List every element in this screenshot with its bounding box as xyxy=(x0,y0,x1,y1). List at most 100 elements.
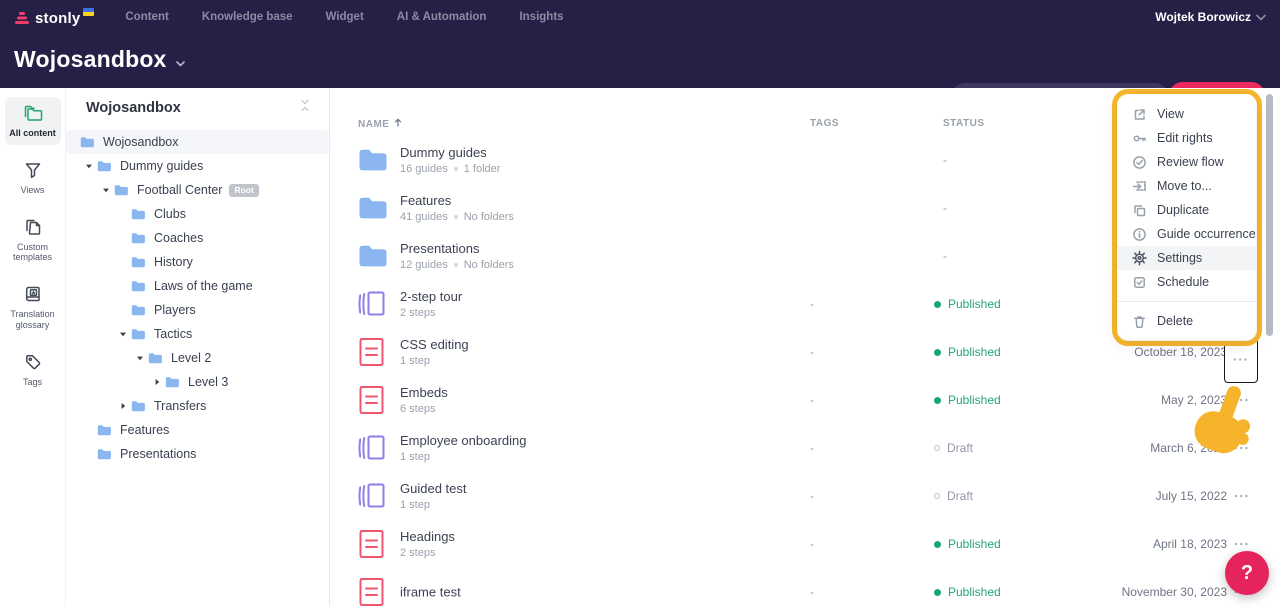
table-row-embeds[interactable]: Embeds6 steps-PublishedMay 2, 2023··· xyxy=(330,376,1280,424)
menu-item-duplicate[interactable]: Duplicate xyxy=(1118,198,1256,222)
tree-item-level-2[interactable]: Level 2 xyxy=(66,346,329,370)
workspace-title: Wojosandbox xyxy=(14,46,167,73)
table-row-headings[interactable]: Headings2 steps-PublishedApril 18, 2023·… xyxy=(330,520,1280,568)
row-meta-left: 1 step xyxy=(400,355,430,367)
tree-item-level-3[interactable]: Level 3 xyxy=(66,370,329,394)
menu-item-guide-occurrence[interactable]: Guide occurrence xyxy=(1118,222,1256,246)
tree-item-presentations[interactable]: Presentations xyxy=(66,442,329,466)
tree-item-label: Players xyxy=(154,303,196,317)
tree-folder-icon xyxy=(97,448,111,460)
tree-item-features[interactable]: Features xyxy=(66,418,329,442)
row-actions-button[interactable]: ··· xyxy=(1228,393,1256,408)
nav-item-content[interactable]: Content xyxy=(125,11,168,23)
row-meta-left: 41 guides xyxy=(400,211,448,223)
tree-item-history[interactable]: History xyxy=(66,250,329,274)
row-title: iframe test xyxy=(400,585,461,600)
row-meta-left: 2 steps xyxy=(400,547,435,559)
menu-item-schedule[interactable]: Schedule xyxy=(1118,270,1256,294)
caret-right-icon[interactable] xyxy=(152,378,162,386)
meta-separator-dot xyxy=(454,263,458,267)
tree-item-label: Laws of the game xyxy=(154,279,253,293)
row-title: Guided test xyxy=(400,481,467,496)
row-actions-button[interactable]: ··· xyxy=(1228,489,1256,504)
row-status-cell: Draft xyxy=(934,441,973,455)
help-button[interactable]: ? xyxy=(1225,551,1269,595)
row-date: April 18, 2023 xyxy=(1153,537,1227,551)
guide-article-icon xyxy=(358,529,385,560)
tree-item-dummy-guides[interactable]: Dummy guides xyxy=(66,154,329,178)
menu-item-view[interactable]: View xyxy=(1118,102,1256,126)
tree-folder-icon xyxy=(97,424,111,436)
row-date: May 2, 2023 xyxy=(1161,393,1227,407)
caret-down-icon[interactable] xyxy=(118,330,128,338)
row-date: March 6, 2023 xyxy=(1150,441,1227,455)
tree-item-clubs[interactable]: Clubs xyxy=(66,202,329,226)
guide-tour-icon xyxy=(358,432,386,464)
trash-icon xyxy=(1132,314,1147,329)
menu-item-move-to-[interactable]: Move to... xyxy=(1118,174,1256,198)
user-menu[interactable]: Wojtek Borowicz xyxy=(1155,0,1266,34)
tree-item-label: Tactics xyxy=(154,327,192,341)
collapse-panel-icon[interactable] xyxy=(299,99,311,117)
vertical-scrollbar[interactable] xyxy=(1266,94,1273,336)
menu-item-label: Schedule xyxy=(1157,275,1209,289)
tree-item-wojosandbox[interactable]: Wojosandbox xyxy=(66,130,329,154)
menu-item-review-flow[interactable]: Review flow xyxy=(1118,150,1256,174)
row-folder-icon xyxy=(358,148,388,173)
nav-item-insights[interactable]: Insights xyxy=(519,11,563,23)
stonly-logo[interactable]: stonly xyxy=(14,4,94,30)
review-flow-icon xyxy=(1132,155,1147,170)
tree-folder-icon xyxy=(148,352,162,364)
tree-item-players[interactable]: Players xyxy=(66,298,329,322)
tree-item-tactics[interactable]: Tactics xyxy=(66,322,329,346)
tree-folder-icon xyxy=(80,136,94,148)
status-label: Published xyxy=(948,537,1001,551)
published-dot-icon xyxy=(934,589,941,596)
row-title: Features xyxy=(400,193,514,208)
row-tags-cell: - xyxy=(810,393,814,407)
rail-item-translation-glossary[interactable]: Translation glossary xyxy=(5,278,61,337)
tree-item-label: Features xyxy=(120,423,169,437)
status-label: Published xyxy=(948,345,1001,359)
row-actions-button[interactable]: ··· xyxy=(1228,537,1256,552)
menu-item-edit-rights[interactable]: Edit rights xyxy=(1118,126,1256,150)
rail-item-tags[interactable]: Tags xyxy=(5,346,61,394)
table-row-employee-onboarding[interactable]: Employee onboarding1 step-DraftMarch 6, … xyxy=(330,424,1280,472)
tree-item-football-center[interactable]: Football CenterRoot xyxy=(66,178,329,202)
caret-right-icon[interactable] xyxy=(118,402,128,410)
menu-divider xyxy=(1118,301,1256,302)
nav-item-knowledge-base[interactable]: Knowledge base xyxy=(202,11,293,23)
custom-templates-icon xyxy=(23,216,43,238)
tree-item-laws-of-the-game[interactable]: Laws of the game xyxy=(66,274,329,298)
row-actions-button[interactable]: ··· xyxy=(1228,441,1256,456)
column-header-status[interactable]: STATUS xyxy=(943,118,985,129)
table-row-iframe-test[interactable]: iframe test-PublishedNovember 30, 2023··… xyxy=(330,568,1280,606)
nav-item-widget[interactable]: Widget xyxy=(326,11,364,23)
tree-item-transfers[interactable]: Transfers xyxy=(66,394,329,418)
rail-item-all-content[interactable]: All content xyxy=(5,97,61,145)
table-row-guided-test[interactable]: Guided test1 step-DraftJuly 15, 2022··· xyxy=(330,472,1280,520)
row-meta-left: 1 step xyxy=(400,499,430,511)
row-title: CSS editing xyxy=(400,337,469,352)
caret-down-icon[interactable] xyxy=(135,354,145,362)
nav-item-ai-automation[interactable]: AI & Automation xyxy=(397,11,487,23)
menu-item-delete[interactable]: Delete xyxy=(1118,309,1256,333)
rail-item-views[interactable]: Views xyxy=(5,154,61,202)
rail-item-label: All content xyxy=(9,128,56,139)
row-status-cell: - xyxy=(943,201,947,215)
column-header-name[interactable]: NAME xyxy=(358,118,402,130)
column-header-tags[interactable]: TAGS xyxy=(810,118,839,129)
rail-item-label: Views xyxy=(21,185,45,196)
caret-down-icon[interactable] xyxy=(101,186,111,194)
menu-item-settings[interactable]: Settings xyxy=(1118,246,1256,270)
row-context-menu: ViewEdit rightsReview flowMove to...Dupl… xyxy=(1118,95,1256,340)
tree-item-coaches[interactable]: Coaches xyxy=(66,226,329,250)
top-navigation: stonly Content Knowledge base Widget AI & A… xyxy=(0,0,1280,34)
row-meta-right: No folders xyxy=(464,259,514,271)
caret-down-icon[interactable] xyxy=(84,162,94,170)
row-name-block: Employee onboarding1 step xyxy=(400,433,526,463)
workspace-switcher[interactable]: Wojosandbox xyxy=(14,46,185,73)
tree-folder-icon xyxy=(131,232,145,244)
views-funnel-icon xyxy=(23,159,43,181)
rail-item-custom-templates[interactable]: Custom templates xyxy=(5,211,61,270)
